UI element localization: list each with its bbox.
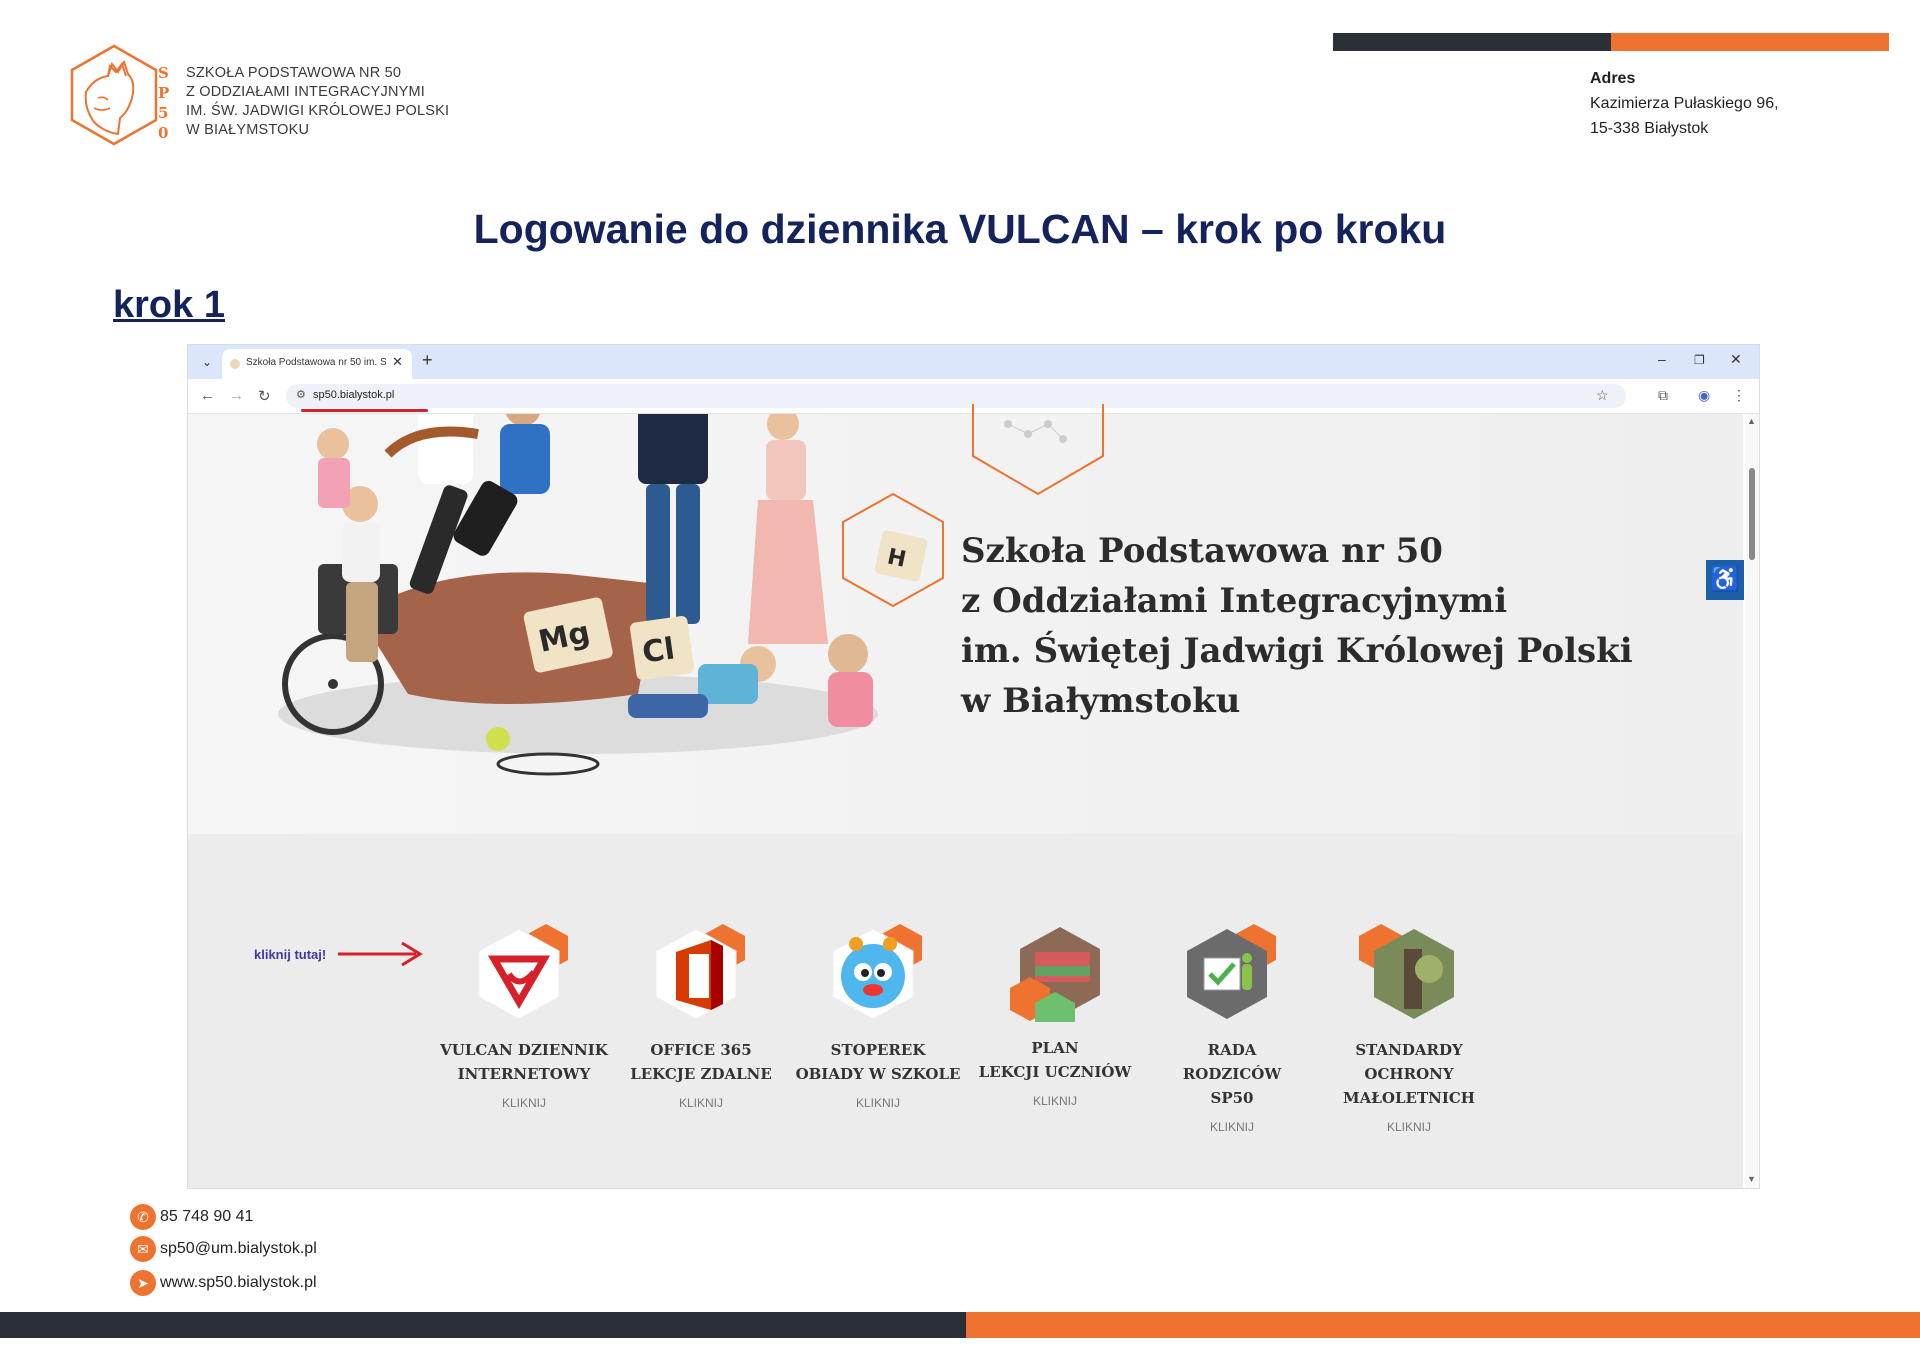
website-url[interactable]: www.sp50.bialystok.pl: [160, 1274, 317, 1291]
hero-illustration: Mg Cl H: [238, 390, 958, 819]
child-protection-icon: [1359, 924, 1459, 1024]
footer-dark-bar: [0, 1312, 966, 1338]
molecule-hex-decoration: [968, 345, 1108, 529]
extensions-icon[interactable]: ⧉: [1658, 387, 1668, 404]
hero-line: Szkoła Podstawowa nr 50: [961, 531, 1443, 571]
step-heading: krok 1: [113, 284, 225, 326]
vulcan-logo-icon: [474, 924, 574, 1024]
header-dark-bar: [1333, 33, 1611, 51]
red-arrow-icon: [336, 939, 426, 974]
school-line: IM. ŚW. JADWIGI KRÓLOWEJ POLSKI: [186, 103, 450, 119]
card-title-line: MAŁOLETNICH: [1343, 1089, 1475, 1107]
card-title-line: INTERNETOWY: [457, 1065, 591, 1083]
phone-number: 85 748 90 41: [160, 1208, 254, 1226]
card-title-line: LEKCJE ZDALNE: [630, 1065, 772, 1083]
card-office365[interactable]: OFFICE 365 LEKCJE ZDALNE KLIKNIJ: [616, 924, 786, 1110]
restore-icon[interactable]: ❐: [1694, 353, 1705, 367]
address-bar[interactable]: ⚙ sp50.bialystok.pl ☆: [286, 384, 1626, 408]
tab-strip: ⌄ Szkoła Podstawowa nr 50 im. Św ✕ + – ❐…: [188, 345, 1759, 379]
new-tab-icon[interactable]: +: [422, 350, 433, 371]
scroll-down-icon[interactable]: ▼: [1747, 1174, 1756, 1184]
card-link[interactable]: KLIKNIJ: [793, 1096, 963, 1110]
school-name-header: SZKOŁA PODSTAWOWA NR 50 Z ODDZIAŁAMI INT…: [186, 64, 449, 140]
address-street: Kazimierza Pułaskiego 96,: [1590, 95, 1779, 112]
card-stoperek[interactable]: STOPEREK OBIADY W SZKOLE KLIKNIJ: [793, 924, 963, 1110]
svg-text:5: 5: [158, 104, 168, 122]
lesson-plan-icon: [1005, 922, 1105, 1022]
school-logo: S P 5 0: [64, 42, 176, 154]
favicon-icon: [230, 359, 240, 369]
school-line: Z ODDZIAŁAMI INTEGRACYJNYMI: [186, 84, 426, 100]
card-standardy-ochrony[interactable]: STANDARDY OCHRONY MAŁOLETNICH KLIKNIJ: [1324, 924, 1494, 1134]
document-title: Logowanie do dziennika VULCAN – krok po …: [473, 206, 1447, 252]
card-title-line: OFFICE 365: [650, 1041, 752, 1059]
school-line: SZKOŁA PODSTAWOWA NR 50: [186, 65, 402, 81]
card-title-line: OBIADY W SZKOLE: [795, 1065, 961, 1083]
contact-website: ➤ www.sp50.bialystok.pl: [130, 1270, 317, 1296]
card-title-line: STOPEREK: [830, 1041, 926, 1059]
card-title-line: OCHRONY: [1364, 1065, 1454, 1083]
reload-icon[interactable]: ↻: [258, 387, 271, 405]
card-link[interactable]: KLIKNIJ: [970, 1094, 1140, 1108]
profile-icon[interactable]: ◉: [1698, 387, 1710, 404]
browser-window: ⌄ Szkoła Podstawowa nr 50 im. Św ✕ + – ❐…: [187, 344, 1760, 1189]
parents-council-icon: [1182, 924, 1282, 1024]
tab-title: Szkoła Podstawowa nr 50 im. Św: [246, 357, 386, 368]
click-here-hint: kliknij tutaj!: [254, 947, 327, 962]
hero-line: im. Świętej Jadwigi Królowej Polski: [961, 631, 1633, 671]
card-link[interactable]: KLIKNIJ: [1324, 1120, 1494, 1134]
browser-tab[interactable]: Szkoła Podstawowa nr 50 im. Św ✕: [222, 349, 412, 379]
bookmark-star-icon[interactable]: ☆: [1596, 387, 1609, 404]
card-title-line: SP50: [1210, 1089, 1254, 1107]
stoperek-mascot-icon: [828, 924, 928, 1024]
scrollbar-thumb[interactable]: [1749, 468, 1755, 560]
svg-text:S: S: [158, 64, 169, 82]
card-link[interactable]: KLIKNIJ: [439, 1096, 609, 1110]
hero-line: w Białymstoku: [961, 681, 1241, 721]
email-icon: ✉: [130, 1236, 156, 1262]
site-info-icon[interactable]: ⚙: [296, 388, 306, 401]
header-orange-bar: [1611, 33, 1889, 51]
email-address[interactable]: sp50@um.bialystok.pl: [160, 1240, 317, 1257]
web-page: Mg Cl H Szkoła Podstawowa nr 50 z Oddzia…: [188, 345, 1744, 1188]
office-logo-icon: [651, 924, 751, 1024]
tab-search-icon[interactable]: ⌄: [196, 351, 218, 373]
menu-icon[interactable]: ⋮: [1732, 387, 1746, 404]
page-scrollbar[interactable]: ▲ ▼: [1745, 414, 1759, 1188]
phone-icon: ✆: [130, 1204, 156, 1230]
card-rada-rodzicow[interactable]: RADA RODZICÓW SP50 KLIKNIJ: [1147, 924, 1317, 1134]
url-text: sp50.bialystok.pl: [313, 389, 395, 401]
contact-phone: ✆ 85 748 90 41: [130, 1204, 253, 1230]
contact-email: ✉ sp50@um.bialystok.pl: [130, 1236, 317, 1262]
card-link[interactable]: KLIKNIJ: [616, 1096, 786, 1110]
card-plan-lekcji[interactable]: PLAN LEKCJI UCZNIÓW KLIKNIJ: [970, 922, 1140, 1108]
close-tab-icon[interactable]: ✕: [392, 354, 403, 370]
scroll-up-icon[interactable]: ▲: [1747, 416, 1756, 426]
card-link[interactable]: KLIKNIJ: [1147, 1120, 1317, 1134]
address-block: Adres Kazimierza Pułaskiego 96, 15-338 B…: [1590, 66, 1779, 141]
card-title-line: PLAN: [1031, 1039, 1079, 1057]
hero-line: z Oddziałami Integracyjnymi: [961, 581, 1508, 621]
footer-orange-bar: [966, 1312, 1920, 1338]
svg-text:Cl: Cl: [640, 631, 677, 670]
minimize-icon[interactable]: –: [1658, 351, 1666, 367]
card-title-line: STANDARDY: [1355, 1041, 1463, 1059]
accessibility-icon[interactable]: ♿: [1706, 560, 1744, 600]
cursor-icon: ➤: [130, 1270, 156, 1296]
address-city: 15-338 Białystok: [1590, 120, 1709, 137]
url-highlight-underline: [301, 409, 428, 412]
school-line: W BIAŁYMSTOKU: [186, 122, 310, 138]
svg-text:0: 0: [158, 124, 168, 142]
address-label: Adres: [1590, 70, 1636, 87]
card-vulcan[interactable]: VULCAN DZIENNIK INTERNETOWY KLIKNIJ: [439, 924, 609, 1110]
card-title-line: RADA: [1207, 1041, 1257, 1059]
hero-school-name: Szkoła Podstawowa nr 50 z Oddziałami Int…: [961, 526, 1633, 726]
card-title-line: LEKCJI UCZNIÓW: [978, 1063, 1132, 1081]
back-icon[interactable]: ←: [200, 387, 215, 404]
svg-text:P: P: [158, 84, 169, 102]
forward-icon[interactable]: →: [229, 387, 244, 404]
close-window-icon[interactable]: ✕: [1730, 351, 1742, 368]
card-title-line: VULCAN DZIENNIK: [440, 1041, 608, 1059]
card-title-line: RODZICÓW: [1182, 1065, 1282, 1083]
